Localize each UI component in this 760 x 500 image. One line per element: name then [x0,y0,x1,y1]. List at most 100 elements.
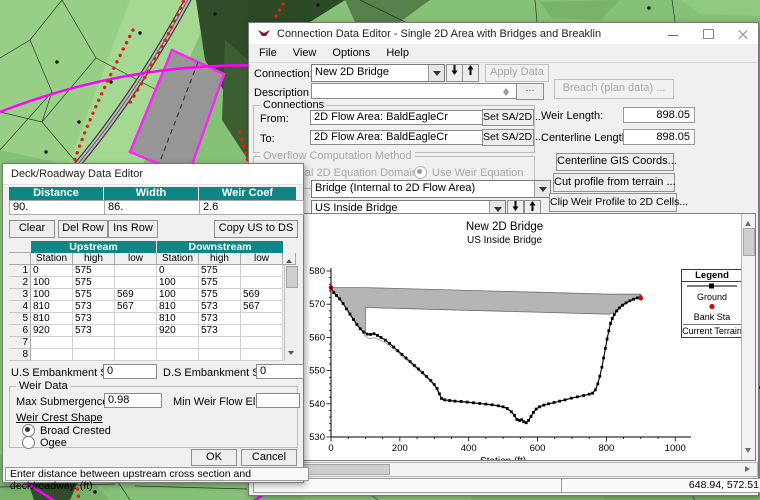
ok-button[interactable]: OK [191,449,237,466]
table-cell[interactable] [241,313,283,325]
weir-length-value: 898.05 [623,107,695,123]
description-ellipsis-button[interactable]: ... [516,83,544,100]
connection-combo[interactable]: New 2D Bridge [311,64,445,82]
copy-us-ds-button[interactable]: Copy US to DS [214,220,298,238]
table-scroll-up[interactable] [283,253,296,265]
table-cell[interactable]: 575 [73,265,115,277]
table-cell[interactable]: 575 [199,289,241,301]
connection-prev-button[interactable] [446,64,463,82]
clear-button[interactable]: Clear [9,220,55,238]
chart-horizontal-scrollbar[interactable] [253,462,758,477]
svg-text:570: 570 [309,299,325,310]
connection-next-button[interactable] [462,64,479,82]
table-cell[interactable] [115,349,157,361]
table-scrollbar[interactable] [284,265,298,361]
ds-embankment-input[interactable]: 0 [256,364,304,379]
max-submergence-input[interactable]: 0.98 [104,393,162,408]
structure-type-combo[interactable]: Bridge (Internal to 2D Flow Area) [311,180,551,198]
table-cell[interactable]: 569 [241,289,283,301]
table-cell[interactable]: 100 [157,277,199,289]
table-cell[interactable] [241,349,283,361]
table-cell[interactable]: 0 [157,265,199,277]
apply-data-button[interactable]: Apply Data [485,64,549,82]
row-number: 5 [9,313,31,325]
set-sa-2d-to-button[interactable]: Set SA/2D ... [482,129,544,146]
table-cell[interactable] [115,313,157,325]
table-cell[interactable]: 573 [199,325,241,337]
table-cell[interactable]: 100 [157,289,199,301]
table-cell[interactable]: 0 [31,265,73,277]
width-header: Width [104,187,198,200]
maximize-button[interactable] [698,26,719,41]
table-cell[interactable] [115,277,157,289]
table-cell[interactable]: 569 [115,289,157,301]
table-cell[interactable]: 810 [157,301,199,313]
clip-weir-profile-button[interactable]: Clip Weir Profile to 2D Cells... [549,193,688,212]
row-number: 3 [9,289,31,301]
chevron-down-icon[interactable] [534,181,550,197]
table-cell[interactable] [115,325,157,337]
us-embankment-input[interactable]: 0 [103,364,157,379]
table-cell[interactable]: 810 [157,313,199,325]
cancel-button[interactable]: Cancel [241,449,297,466]
ogee-radio[interactable] [22,436,35,449]
min-weir-flow-input[interactable] [256,393,300,408]
del-row-button[interactable]: Del Row [58,220,108,238]
table-cell[interactable]: 567 [115,301,157,313]
table-cell[interactable] [115,265,157,277]
menu-file[interactable]: File [251,45,285,61]
minimize-button[interactable] [663,26,684,41]
table-cell[interactable] [199,349,241,361]
ins-row-button[interactable]: Ins Row [108,220,158,238]
close-button[interactable] [733,26,754,41]
table-cell[interactable]: 575 [73,289,115,301]
table-cell[interactable] [157,337,199,349]
set-sa-2d-from-button[interactable]: Set SA/2D ... [482,109,544,126]
table-cell[interactable] [73,337,115,349]
table-cell[interactable]: 567 [241,301,283,313]
menu-options[interactable]: Options [324,45,378,61]
table-cell[interactable] [199,337,241,349]
table-cell[interactable] [31,337,73,349]
chart-vertical-scrollbar[interactable] [741,214,755,460]
table-cell[interactable]: 100 [31,289,73,301]
table-cell[interactable] [31,349,73,361]
weir-coef-input[interactable]: 2.6 [199,200,304,215]
description-input[interactable] [311,83,519,99]
menu-help[interactable]: Help [378,45,417,61]
table-cell[interactable] [241,277,283,289]
table-cell[interactable]: 575 [73,277,115,289]
breach-button[interactable]: Breach (plan data) ... [554,79,674,99]
arrow-up-icon [529,201,536,211]
cut-profile-terrain-button[interactable]: Cut profile from terrain ... [553,173,676,192]
scroll-down-icon [288,351,294,358]
table-cell[interactable]: 573 [73,313,115,325]
table-row: 5 810 573 810 573 [9,313,297,325]
table-cell[interactable]: 810 [31,301,73,313]
table-cell[interactable]: 573 [73,301,115,313]
table-cell[interactable]: 575 [199,277,241,289]
centerline-gis-coords-button[interactable]: Centerline GIS Coords... [556,153,677,171]
description-spinner[interactable] [501,84,511,97]
table-cell[interactable]: 100 [31,277,73,289]
table-cell[interactable]: 920 [157,325,199,337]
table-cell[interactable] [241,325,283,337]
window-title: Connection Data Editor - Single 2D Area … [277,27,602,40]
table-cell[interactable] [157,349,199,361]
menu-view[interactable]: View [285,45,325,61]
table-cell[interactable] [241,265,283,277]
table-cell[interactable]: 573 [199,313,241,325]
width-input[interactable]: 86. [104,200,206,215]
table-cell[interactable]: 573 [73,325,115,337]
table-cell[interactable]: 575 [199,265,241,277]
legend-ground-icon [687,283,737,289]
table-cell[interactable]: 573 [199,301,241,313]
chevron-down-icon[interactable] [428,65,444,81]
distance-input[interactable]: 90. [9,200,111,215]
table-cell[interactable]: 810 [31,313,73,325]
use-weir-equation-radio[interactable] [414,166,427,179]
table-cell[interactable] [115,337,157,349]
table-cell[interactable]: 920 [31,325,73,337]
table-cell[interactable] [241,337,283,349]
table-cell[interactable] [73,349,115,361]
